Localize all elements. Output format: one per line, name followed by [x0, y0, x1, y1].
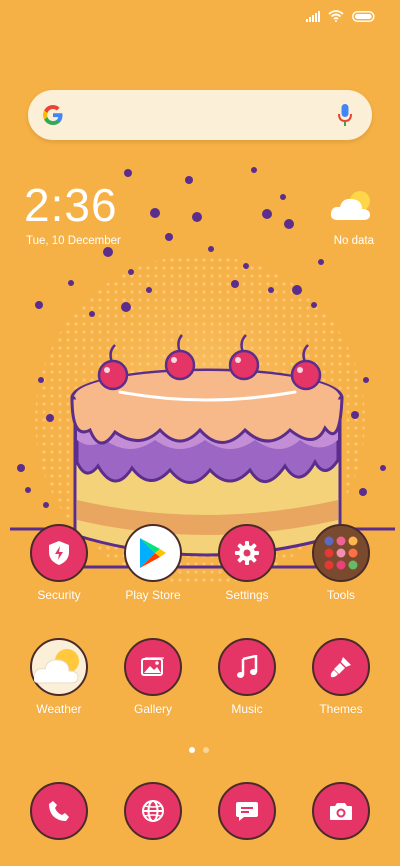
app-play-store[interactable]: Play Store [113, 524, 193, 602]
google-search-bar[interactable] [28, 90, 372, 140]
clock-date[interactable]: Tue, 10 December [26, 235, 121, 247]
page-indicator [189, 747, 209, 753]
microphone-icon[interactable] [338, 103, 352, 127]
clock-time[interactable]: 2:36 [24, 180, 118, 230]
app-tools-folder[interactable]: Tools [301, 524, 381, 602]
app-settings[interactable]: Settings [207, 524, 287, 602]
weather-icon [30, 638, 88, 696]
weather-status[interactable]: No data [334, 235, 374, 247]
camera-icon [312, 782, 370, 840]
gallery-icon [124, 638, 182, 696]
app-label: Themes [319, 702, 363, 716]
app-gallery[interactable]: Gallery [113, 638, 193, 716]
shield-bolt-icon [30, 524, 88, 582]
phone-icon [30, 782, 88, 840]
play-store-icon [124, 524, 182, 582]
battery-icon [352, 10, 375, 22]
app-label: Tools [326, 588, 355, 602]
app-label: Music [231, 702, 263, 716]
wifi-icon [328, 10, 344, 22]
messages-icon [218, 782, 276, 840]
page-dot-active [189, 747, 195, 753]
folder-icon [312, 524, 370, 582]
app-label: Weather [36, 702, 82, 716]
app-label: Security [37, 588, 81, 602]
google-icon [43, 105, 63, 125]
app-label: Settings [225, 588, 269, 602]
paintbrush-icon [312, 638, 370, 696]
dock-camera[interactable] [301, 782, 381, 840]
gear-icon [218, 524, 276, 582]
app-themes[interactable]: Themes [301, 638, 381, 716]
status-bar [306, 10, 376, 22]
app-label: Play Store [125, 588, 181, 602]
app-music[interactable]: Music [207, 638, 287, 716]
browser-icon [124, 782, 182, 840]
cloud-sun-icon [330, 191, 370, 220]
signal-icon [306, 10, 320, 22]
music-note-icon [218, 638, 276, 696]
dock-phone[interactable] [19, 782, 99, 840]
dock-messages[interactable] [207, 782, 287, 840]
page-dot [203, 747, 209, 753]
dock-browser[interactable] [113, 782, 193, 840]
app-security[interactable]: Security [19, 524, 99, 602]
app-label: Gallery [133, 702, 172, 716]
app-weather[interactable]: Weather [19, 638, 99, 716]
